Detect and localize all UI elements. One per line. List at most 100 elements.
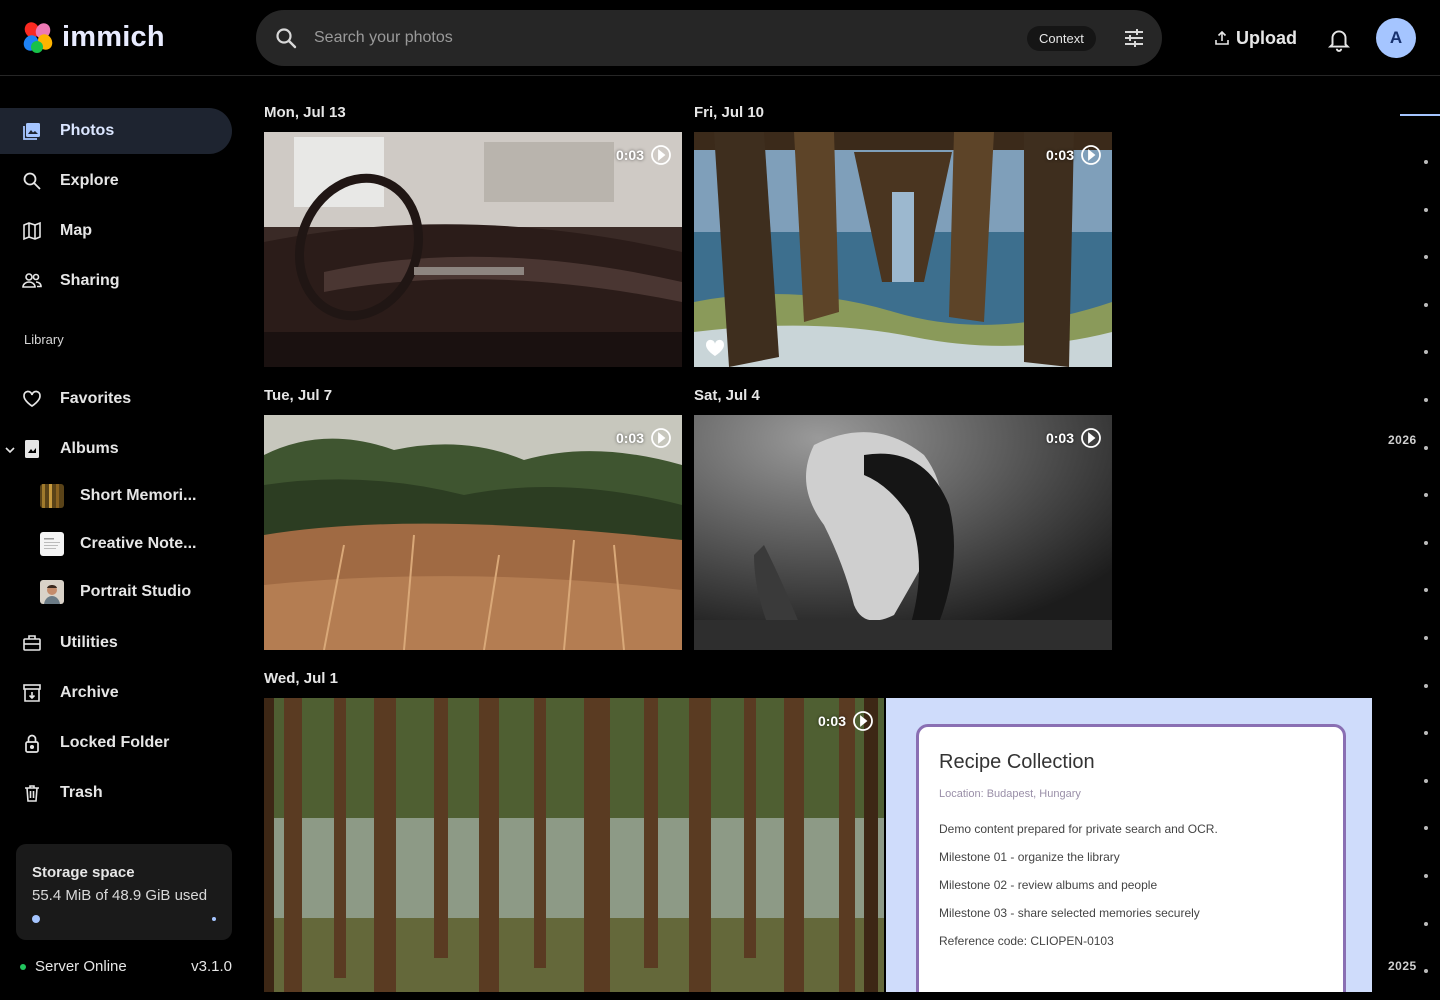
pier-ocean-photo — [694, 132, 1112, 367]
grass-field-photo — [264, 415, 682, 650]
search-bar[interactable]: Context — [256, 10, 1162, 66]
search-input[interactable] — [314, 10, 1014, 66]
storage-progress-bar — [32, 915, 216, 923]
date-group-header[interactable]: Tue, Jul 7 — [264, 387, 332, 404]
scrubber-month-marker[interactable] — [1424, 588, 1428, 593]
scrubber-month-marker[interactable] — [1424, 493, 1428, 498]
sidebar-item-sharing[interactable]: Sharing — [0, 258, 232, 304]
scrubber-year-label: 2026 — [1388, 433, 1417, 447]
scrubber-month-marker[interactable] — [1424, 921, 1428, 926]
sidebar-item-locked-folder[interactable]: Locked Folder — [0, 720, 232, 766]
video-thumbnail[interactable]: 0:03 — [694, 132, 1112, 367]
search-icon — [23, 172, 41, 190]
sidebar-item-albums[interactable]: Albums — [0, 426, 232, 472]
video-thumbnail[interactable]: 0:03 — [264, 132, 682, 367]
scrubber-month-marker[interactable] — [1424, 445, 1428, 450]
play-circle-icon[interactable] — [1080, 144, 1102, 166]
upload-icon — [1215, 30, 1229, 45]
sidebar-item-label: Locked Folder — [60, 734, 170, 751]
scrubber-month-marker[interactable] — [1424, 207, 1428, 212]
heart-icon — [23, 390, 41, 408]
scrubber-month-marker[interactable] — [1424, 731, 1428, 736]
immich-logo[interactable]: immich — [20, 20, 165, 54]
document-line: Milestone 02 - review albums and people — [939, 878, 1158, 892]
document-line: Milestone 01 - organize the library — [939, 850, 1120, 864]
play-circle-icon[interactable] — [1080, 427, 1102, 449]
upload-button[interactable]: Upload — [1204, 22, 1307, 54]
video-thumbnail[interactable]: 0:03 — [264, 698, 884, 992]
album-label: Short Memori... — [80, 487, 197, 504]
storage-progress-fill — [32, 915, 40, 923]
context-search-toggle[interactable]: Context — [1027, 26, 1096, 51]
sidebar-item-archive[interactable]: Archive — [0, 670, 232, 716]
storage-card[interactable]: Storage space 55.4 MiB of 48.9 GiB used — [16, 844, 232, 940]
tune-icon[interactable] — [1122, 26, 1146, 50]
date-group-header[interactable]: Fri, Jul 10 — [694, 104, 764, 121]
sidebar-item-explore[interactable]: Explore — [0, 158, 232, 204]
sidebar-item-photos[interactable]: Photos — [0, 108, 232, 154]
scrubber-month-marker[interactable] — [1424, 683, 1428, 688]
scrubber-month-marker[interactable] — [1424, 778, 1428, 783]
sidebar-item-label: Archive — [60, 684, 119, 701]
sidebar-item-label: Favorites — [60, 390, 132, 407]
play-circle-icon[interactable] — [852, 710, 874, 732]
user-avatar[interactable]: A — [1376, 18, 1416, 58]
scrubber-month-marker[interactable] — [1424, 636, 1428, 640]
album-item[interactable]: Creative Note... — [40, 524, 196, 564]
date-group-header[interactable]: Sat, Jul 4 — [694, 387, 760, 404]
pine-forest-photo — [264, 698, 884, 992]
favorite-heart-icon[interactable] — [704, 337, 726, 359]
sidebar-item-label: Utilities — [60, 634, 118, 651]
search-icon[interactable] — [274, 26, 298, 50]
album-item[interactable]: Short Memori... — [40, 476, 196, 516]
play-circle-icon[interactable] — [650, 144, 672, 166]
scrubber-month-marker[interactable] — [1424, 302, 1428, 307]
video-duration: 0:03 — [1046, 144, 1102, 166]
library-section-label: Library — [24, 332, 64, 347]
document-line: Demo content prepared for private search… — [939, 822, 1218, 836]
date-group-header[interactable]: Mon, Jul 13 — [264, 104, 346, 121]
immich-logo-icon — [20, 20, 54, 54]
document-image: Recipe Collection Location: Budapest, Hu… — [916, 724, 1346, 992]
notifications-bell-icon[interactable] — [1326, 26, 1352, 52]
sidebar-item-trash[interactable]: Trash — [0, 770, 232, 816]
video-duration: 0:03 — [818, 710, 874, 732]
sidebar-item-label: Sharing — [60, 272, 120, 289]
server-status[interactable]: Server Online v3.1.0 — [20, 958, 232, 975]
scrubber-month-marker[interactable] — [1424, 969, 1428, 974]
sidebar-item-utilities[interactable]: Utilities — [0, 620, 232, 666]
storage-progress-end — [212, 917, 216, 921]
album-item[interactable]: Portrait Studio — [40, 572, 191, 612]
archive-icon — [23, 684, 41, 702]
sidebar: Photos Explore Map Sharing Library Favor… — [0, 76, 248, 1000]
timeline-scrubber[interactable]: 2026 2025 — [1380, 76, 1440, 1000]
duration-text: 0:03 — [615, 147, 644, 163]
map-icon — [23, 221, 41, 241]
lock-icon — [25, 734, 39, 753]
play-circle-icon[interactable] — [650, 427, 672, 449]
video-duration: 0:03 — [616, 144, 672, 166]
storage-used-text: 55.4 MiB of 48.9 GiB used — [32, 887, 208, 904]
document-title: Recipe Collection — [939, 751, 1095, 773]
date-group-header[interactable]: Wed, Jul 1 — [264, 670, 338, 687]
album-thumbnail — [40, 484, 64, 508]
scrubber-month-marker[interactable] — [1424, 255, 1428, 260]
video-thumbnail[interactable]: 0:03 — [694, 415, 1112, 650]
scrubber-month-marker[interactable] — [1424, 826, 1428, 831]
video-thumbnail[interactable]: 0:03 — [264, 415, 682, 650]
scrubber-month-marker[interactable] — [1424, 540, 1428, 545]
sidebar-item-label: Trash — [60, 784, 103, 801]
upload-label: Upload — [1236, 27, 1297, 48]
scrubber-month-marker[interactable] — [1424, 160, 1428, 164]
scrubber-month-marker[interactable] — [1424, 350, 1428, 355]
photos-icon — [23, 123, 40, 140]
album-thumbnail — [40, 580, 64, 604]
scrubber-month-marker[interactable] — [1424, 398, 1428, 402]
scrubber-month-marker[interactable] — [1424, 874, 1428, 878]
video-duration: 0:03 — [1046, 427, 1102, 449]
photo-thumbnail[interactable]: Recipe Collection Location: Budapest, Hu… — [886, 698, 1372, 992]
sidebar-item-favorites[interactable]: Favorites — [0, 376, 232, 422]
underwater-figure-photo — [694, 415, 1112, 650]
sidebar-item-map[interactable]: Map — [0, 208, 232, 254]
duration-text: 0:03 — [1045, 430, 1074, 446]
